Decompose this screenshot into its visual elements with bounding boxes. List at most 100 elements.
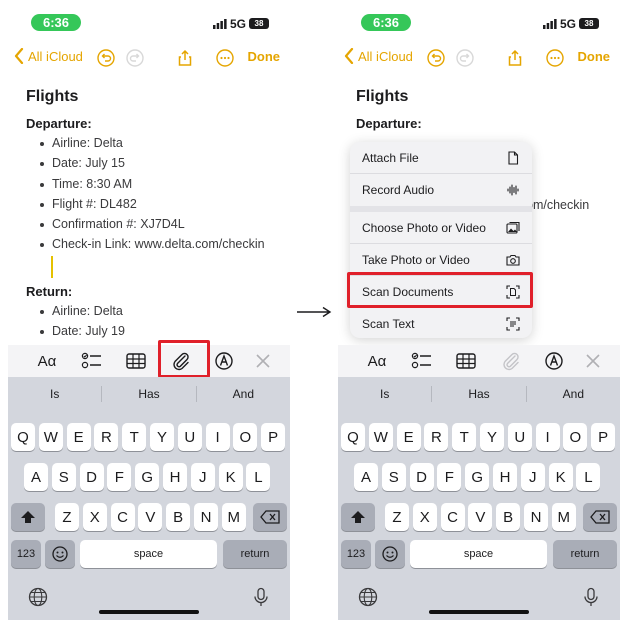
letter-key[interactable]: F (437, 463, 462, 491)
letter-key[interactable]: I (205, 423, 230, 451)
letter-key[interactable]: N (524, 503, 548, 531)
letter-key[interactable]: Q (341, 423, 365, 451)
letter-key[interactable]: G (135, 463, 160, 491)
letter-key[interactable]: U (507, 423, 532, 451)
markup-icon[interactable] (543, 351, 565, 371)
letter-key[interactable]: V (138, 503, 163, 531)
letter-key[interactable]: Y (150, 423, 174, 451)
more-icon[interactable] (216, 49, 234, 67)
emoji-key[interactable] (375, 540, 405, 568)
redo-icon[interactable] (126, 49, 144, 67)
letter-key[interactable]: T (452, 423, 477, 451)
menu-item-attach-file[interactable]: Attach File (350, 142, 532, 174)
shift-key[interactable] (341, 503, 375, 531)
letter-key[interactable]: E (66, 423, 91, 451)
globe-icon[interactable] (358, 587, 378, 607)
letter-key[interactable]: P (261, 423, 286, 451)
space-key[interactable]: space (80, 540, 217, 568)
letter-key[interactable]: W (368, 423, 393, 451)
letter-key[interactable]: B (166, 503, 191, 531)
letter-key[interactable]: B (496, 503, 521, 531)
delete-key[interactable] (583, 503, 617, 531)
letter-key[interactable]: D (79, 463, 104, 491)
return-key[interactable]: return (223, 540, 287, 568)
letter-key[interactable]: L (576, 463, 601, 491)
suggestion-item[interactable]: Has (432, 381, 525, 407)
letter-key[interactable]: H (493, 463, 517, 491)
letter-key[interactable]: M (221, 503, 246, 531)
note-body[interactable]: Flights Departure: om/checkin (356, 88, 616, 212)
letter-key[interactable]: L (246, 463, 271, 491)
globe-icon[interactable] (28, 587, 48, 607)
done-button[interactable]: Done (248, 49, 281, 64)
delete-key[interactable] (253, 503, 287, 531)
menu-item-scan-text[interactable]: Scan Text (350, 308, 532, 338)
letter-key[interactable]: Q (11, 423, 35, 451)
letter-key[interactable]: D (409, 463, 434, 491)
more-icon[interactable] (546, 49, 564, 67)
letter-key[interactable]: C (440, 503, 465, 531)
menu-item-choose-photo[interactable]: Choose Photo or Video (350, 212, 532, 244)
back-button[interactable]: All iCloud (14, 48, 83, 64)
close-icon[interactable] (253, 351, 273, 371)
letter-key[interactable]: S (381, 463, 406, 491)
letter-key[interactable]: J (190, 463, 215, 491)
letter-key[interactable]: Y (480, 423, 504, 451)
space-key[interactable]: space (410, 540, 547, 568)
undo-icon[interactable] (427, 49, 445, 67)
back-button[interactable]: All iCloud (344, 48, 413, 64)
suggestion-item[interactable]: And (527, 381, 620, 407)
menu-item-record-audio[interactable]: Record Audio (350, 174, 532, 206)
letter-key[interactable]: Z (55, 503, 79, 531)
suggestion-item[interactable]: Has (102, 381, 195, 407)
microphone-icon[interactable] (581, 587, 601, 607)
letter-key[interactable]: X (412, 503, 437, 531)
return-key[interactable]: return (553, 540, 617, 568)
emoji-key[interactable] (45, 540, 75, 568)
letter-key[interactable]: S (51, 463, 76, 491)
letter-key[interactable]: C (110, 503, 135, 531)
share-icon[interactable] (176, 49, 194, 67)
shift-key[interactable] (11, 503, 45, 531)
letter-key[interactable]: I (535, 423, 560, 451)
letter-key[interactable]: O (563, 423, 588, 451)
letter-key[interactable]: G (465, 463, 490, 491)
checklist-icon[interactable] (81, 351, 103, 371)
close-icon[interactable] (583, 351, 603, 371)
table-icon[interactable] (125, 351, 147, 371)
letter-key[interactable]: E (396, 423, 421, 451)
suggestion-item[interactable]: Is (8, 381, 101, 407)
redo-icon[interactable] (456, 49, 474, 67)
paperclip-icon[interactable] (500, 351, 522, 371)
letter-key[interactable]: O (233, 423, 258, 451)
checklist-icon[interactable] (411, 351, 433, 371)
text-style-button[interactable]: Aα (366, 351, 388, 371)
letter-key[interactable]: R (424, 423, 449, 451)
letter-key[interactable]: K (218, 463, 243, 491)
letter-key[interactable]: J (520, 463, 545, 491)
letter-key[interactable]: F (107, 463, 132, 491)
letter-key[interactable]: V (468, 503, 493, 531)
markup-icon[interactable] (213, 351, 235, 371)
letter-key[interactable]: W (38, 423, 63, 451)
letter-key[interactable]: X (82, 503, 107, 531)
letter-key[interactable]: M (551, 503, 576, 531)
letter-key[interactable]: U (177, 423, 202, 451)
text-style-button[interactable]: Aα (36, 351, 58, 371)
letter-key[interactable]: H (163, 463, 187, 491)
letter-key[interactable]: R (94, 423, 119, 451)
undo-icon[interactable] (97, 49, 115, 67)
letter-key[interactable]: K (548, 463, 573, 491)
suggestion-item[interactable]: Is (338, 381, 431, 407)
letter-key[interactable]: N (194, 503, 218, 531)
share-icon[interactable] (506, 49, 524, 67)
numbers-key[interactable]: 123 (341, 540, 371, 568)
microphone-icon[interactable] (251, 587, 271, 607)
suggestion-item[interactable]: And (197, 381, 290, 407)
letter-key[interactable]: A (354, 463, 378, 491)
letter-key[interactable]: Z (385, 503, 409, 531)
table-icon[interactable] (455, 351, 477, 371)
letter-key[interactable]: P (591, 423, 616, 451)
note-body[interactable]: Flights Departure: Airline: Delta Date: … (26, 88, 286, 341)
done-button[interactable]: Done (578, 49, 611, 64)
